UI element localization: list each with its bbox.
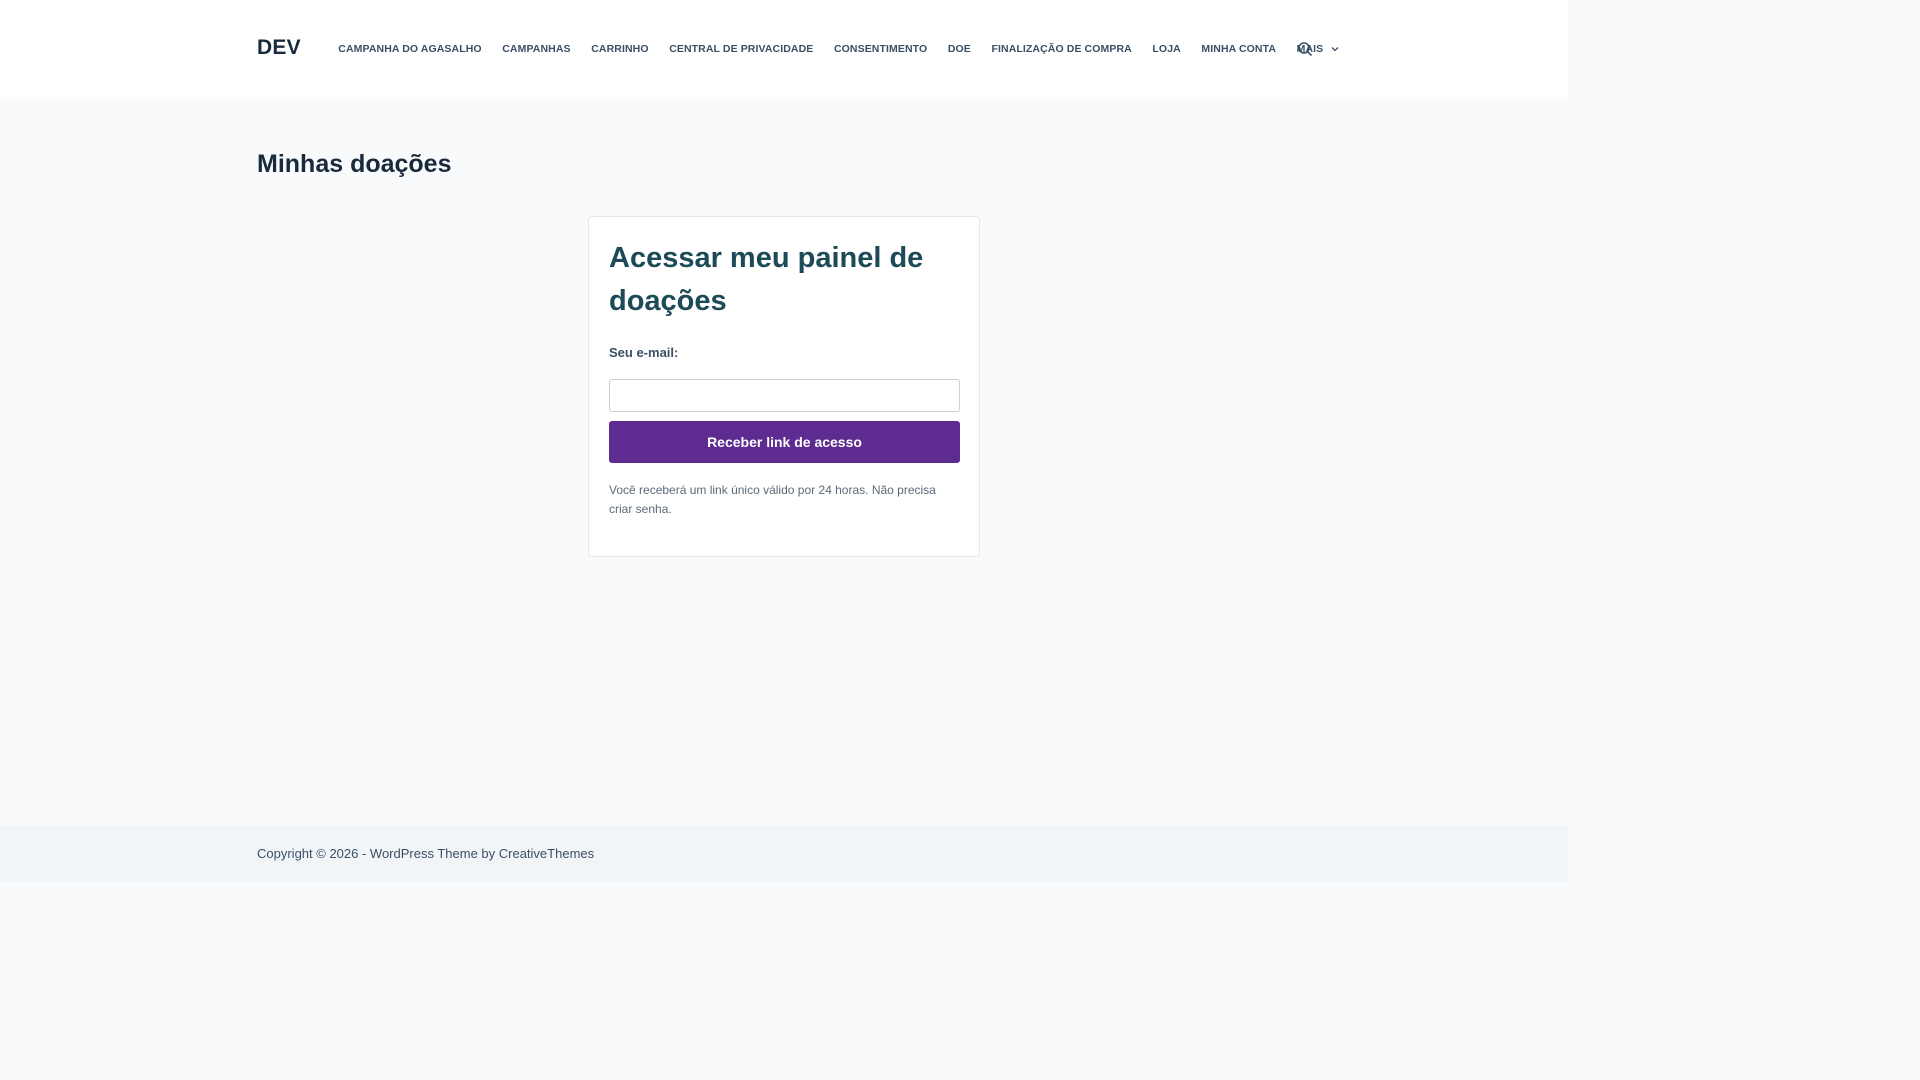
nav-item-campanhas[interactable]: CAMPANHAS	[492, 43, 581, 55]
search-icon[interactable]	[1297, 41, 1313, 57]
site-footer: Copyright © 2026 - WordPress Theme by Cr…	[0, 826, 1568, 882]
main-navigation: CAMPANHA DO AGASALHO CAMPANHAS CARRINHO …	[328, 0, 1350, 97]
chevron-down-icon	[1331, 46, 1339, 52]
nav-item-central-de-privacidade[interactable]: CENTRAL DE PRIVACIDADE	[659, 43, 824, 55]
nav-item-doe[interactable]: DOE	[938, 43, 982, 55]
helper-text: Você receberá um link único válido por 2…	[609, 483, 936, 516]
nav-item-loja[interactable]: LOJA	[1142, 43, 1191, 55]
site-header: DEV CAMPANHA DO AGASALHO CAMPANHAS CARRI…	[0, 0, 1568, 97]
nav-item-mais[interactable]: MAIS	[1286, 43, 1349, 55]
email-label: Seu e-mail:	[609, 345, 679, 360]
page-title: Minhas doações	[257, 150, 452, 178]
copyright-text: Copyright © 2026 - WordPress Theme by Cr…	[257, 846, 595, 861]
nav-item-campanha-do-agasalho[interactable]: CAMPANHA DO AGASALHO	[328, 43, 492, 55]
nav-item-finalizacao-de-compra[interactable]: FINALIZAÇÃO DE COMPRA	[981, 43, 1142, 55]
email-field[interactable]	[609, 379, 960, 412]
site-logo[interactable]: DEV	[257, 36, 301, 60]
nav-item-minha-conta[interactable]: MINHA CONTA	[1191, 43, 1286, 55]
receive-access-link-button[interactable]: Receber link de acesso	[609, 421, 960, 463]
nav-item-carrinho[interactable]: CARRINHO	[581, 43, 659, 55]
card-title: Acessar meu painel de doações	[609, 242, 924, 317]
donor-access-card: Acessar meu painel de doações Seu e-mail…	[588, 216, 980, 557]
nav-item-consentimento[interactable]: CONSENTIMENTO	[824, 43, 938, 55]
